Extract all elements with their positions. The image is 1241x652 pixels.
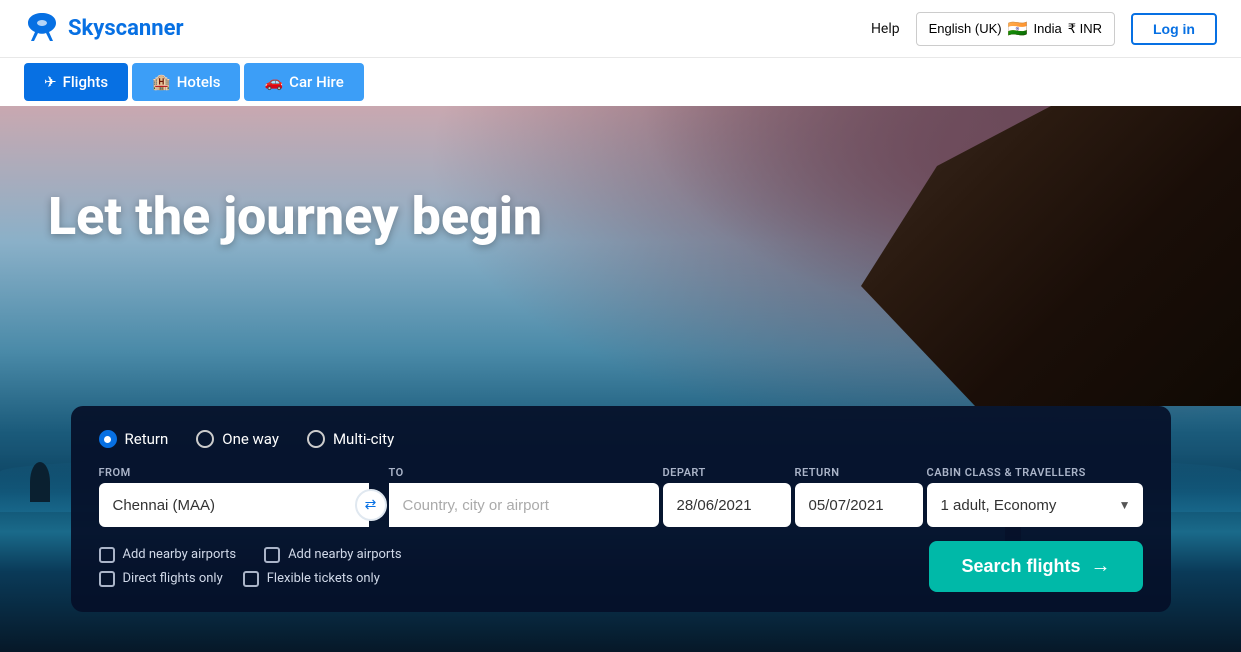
search-arrow-icon: → [1091,555,1111,578]
cabin-select[interactable]: 1 adult, Economy 1 adult, Business 1 adu… [927,483,1143,527]
swap-airports-button[interactable]: ⇄ [355,489,387,521]
from-input[interactable] [99,483,369,527]
direct-only-checkbox-label[interactable]: Direct flights only [99,571,223,587]
currency-label: ₹ INR [1068,21,1102,37]
help-link[interactable]: Help [871,21,900,37]
options-row: Add nearby airports Add nearby airports … [99,541,1143,592]
nearby-to-label: Add nearby airports [288,547,402,562]
trip-type-selector: Return One way Multi-city [99,430,1143,448]
flexible-only-label: Flexible tickets only [267,571,380,586]
direct-only-checkbox[interactable] [99,571,115,587]
cliff-shape [861,106,1241,406]
skyscanner-logo-icon [24,9,60,49]
tab-flights-label: Flights [63,73,108,91]
locale-button[interactable]: English (UK) 🇮🇳 India ₹ INR [916,12,1115,46]
nearby-to-checkbox[interactable] [264,547,280,563]
from-field-group: From ⇄ [99,466,369,527]
india-flag-icon: 🇮🇳 [1008,19,1028,39]
cabin-field-group: Cabin Class & Travellers 1 adult, Econom… [927,466,1143,527]
return-input[interactable] [795,483,923,527]
trip-type-return[interactable]: Return [99,430,169,448]
nav-tabs: ✈ Flights 🏨 Hotels 🚗 Car Hire [0,58,1241,106]
multi-city-radio[interactable] [307,430,325,448]
locale-label: English (UK) [929,21,1002,36]
search-panel: Return One way Multi-city From [71,406,1171,612]
nearby-airports-row: Add nearby airports Add nearby airports [99,547,402,563]
person-silhouette-left [30,462,50,502]
multi-city-label: Multi-city [333,430,394,448]
search-fields-row: From ⇄ To Depart Return [99,466,1143,527]
one-way-label: One way [222,430,279,448]
direct-only-label: Direct flights only [123,571,223,586]
one-way-radio[interactable] [196,430,214,448]
cabin-wrapper: 1 adult, Economy 1 adult, Business 1 adu… [927,483,1143,527]
depart-field-group: Depart [663,466,791,527]
depart-input[interactable] [663,483,791,527]
to-label: To [389,466,659,479]
nearby-from-checkbox[interactable] [99,547,115,563]
search-flights-button[interactable]: Search flights → [929,541,1142,592]
header-right: Help English (UK) 🇮🇳 India ₹ INR Log in [871,12,1217,46]
options-left: Add nearby airports Add nearby airports … [99,547,402,587]
trip-type-one-way[interactable]: One way [196,430,279,448]
country-label: India [1034,21,1062,36]
logo-area: Skyscanner [24,9,184,49]
tab-hotels[interactable]: 🏨 Hotels [132,63,240,101]
to-input[interactable] [389,483,659,527]
to-field-group: To [389,466,659,527]
return-label: Return [125,430,169,448]
nearby-to-checkbox-label[interactable]: Add nearby airports [264,547,402,563]
depart-label: Depart [663,466,791,479]
cliff-decoration [861,106,1241,426]
from-label: From [99,466,369,479]
cabin-label: Cabin Class & Travellers [927,466,1143,479]
return-label: Return [795,466,923,479]
car-icon: 🚗 [264,73,283,91]
nearby-from-checkbox-label[interactable]: Add nearby airports [99,547,237,563]
nearby-from-label: Add nearby airports [123,547,237,562]
flights-icon: ✈ [44,73,57,91]
tab-flights[interactable]: ✈ Flights [24,63,128,101]
return-radio-inner [104,436,111,443]
return-radio[interactable] [99,430,117,448]
hero-title: Let the journey begin [48,186,542,247]
hero-section: Let the journey begin Return One way [0,106,1241,652]
tab-hotels-label: Hotels [177,73,221,91]
from-input-wrap: ⇄ [99,483,369,527]
flexible-only-checkbox[interactable] [243,571,259,587]
header: Skyscanner Help English (UK) 🇮🇳 India ₹ … [0,0,1241,58]
login-button[interactable]: Log in [1131,13,1217,45]
tab-car-hire[interactable]: 🚗 Car Hire [244,63,363,101]
return-field-group: Return [795,466,923,527]
flexible-only-checkbox-label[interactable]: Flexible tickets only [243,571,380,587]
tab-car-hire-label: Car Hire [289,73,344,91]
logo-text: Skyscanner [68,16,184,41]
search-flights-label: Search flights [961,556,1080,577]
trip-type-multi-city[interactable]: Multi-city [307,430,394,448]
filters-row: Direct flights only Flexible tickets onl… [99,571,402,587]
hotels-icon: 🏨 [152,73,171,91]
